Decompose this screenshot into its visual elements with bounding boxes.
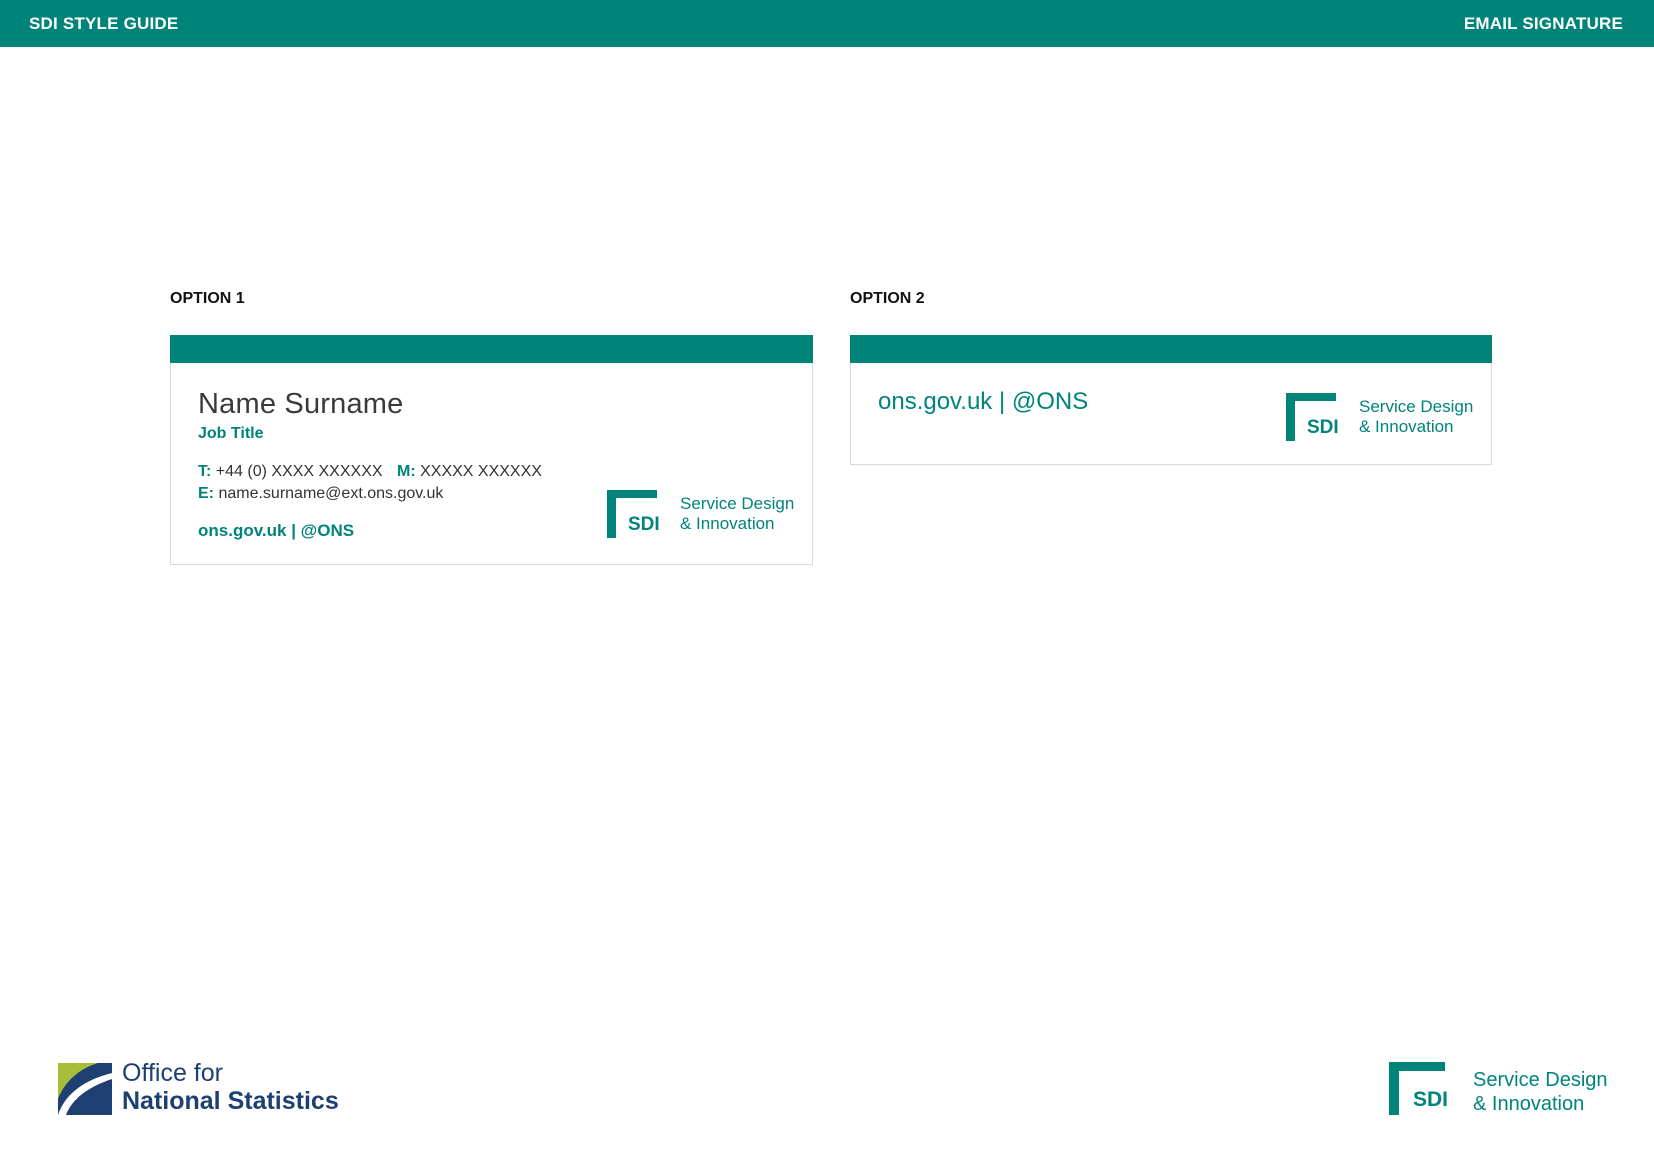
- option1-label: OPTION 1: [170, 290, 245, 307]
- mobile-key: M:: [397, 463, 416, 480]
- sdi-logo-line2: & Innovation: [1473, 1093, 1585, 1115]
- sdi-logo-line1: Service Design: [680, 494, 795, 513]
- signature-job-title: Job Title: [198, 425, 264, 442]
- top-header-bar: SDI STYLE GUIDE EMAIL SIGNATURE: [0, 0, 1654, 47]
- signature-name: Name Surname: [198, 388, 404, 420]
- phone-key: T:: [198, 463, 212, 480]
- sdi-logo-line2: & Innovation: [1359, 417, 1454, 437]
- card-header-strip: [850, 335, 1492, 363]
- sdi-logo-mark-icon: SDI: [607, 490, 659, 538]
- sdi-logo-line1: Service Design: [1473, 1069, 1608, 1091]
- website-link[interactable]: ons.gov.uk | @ONS: [198, 521, 354, 541]
- sdi-logo-line2: & Innovation: [680, 514, 775, 534]
- sdi-mark-text: SDI: [1413, 1088, 1447, 1111]
- sdi-mark-text: SDI: [1307, 417, 1338, 438]
- phone-value: +44 (0) XXXX XXXXXX: [215, 463, 383, 480]
- email-line: E: name.surname@ext.ons.gov.uk: [198, 485, 443, 503]
- ons-logo-line1: Office for: [122, 1059, 223, 1087]
- mobile-line: M: XXXXX XXXXXX: [397, 463, 542, 481]
- sdi-logo-mark-icon: SDI: [1389, 1062, 1447, 1115]
- email-key: E:: [198, 485, 214, 502]
- section-title: EMAIL SIGNATURE: [1463, 14, 1623, 33]
- phone-line: T: +44 (0) XXXX XXXXXX: [198, 463, 383, 481]
- style-guide-title: SDI STYLE GUIDE: [29, 14, 179, 33]
- email-value[interactable]: name.surname@ext.ons.gov.uk: [218, 485, 443, 502]
- website-link[interactable]: ons.gov.uk | @ONS: [878, 388, 1088, 416]
- sdi-logo-line1: Service Design: [1359, 397, 1474, 416]
- option2-label: OPTION 2: [850, 290, 925, 307]
- signature-card-option2: ons.gov.uk | @ONS SDI Service Design & I…: [850, 335, 1492, 465]
- ons-logo-mark-icon: [58, 1063, 112, 1115]
- signature-card-option1: Name Surname Job Title T: +44 (0) XXXX X…: [170, 335, 813, 565]
- mobile-value: XXXXX XXXXXX: [420, 463, 542, 480]
- card-header-strip: [170, 335, 813, 363]
- ons-logo-line2: National Statistics: [122, 1086, 339, 1115]
- sdi-logo-mark-icon: SDI: [1286, 393, 1338, 441]
- sdi-mark-text: SDI: [628, 514, 659, 535]
